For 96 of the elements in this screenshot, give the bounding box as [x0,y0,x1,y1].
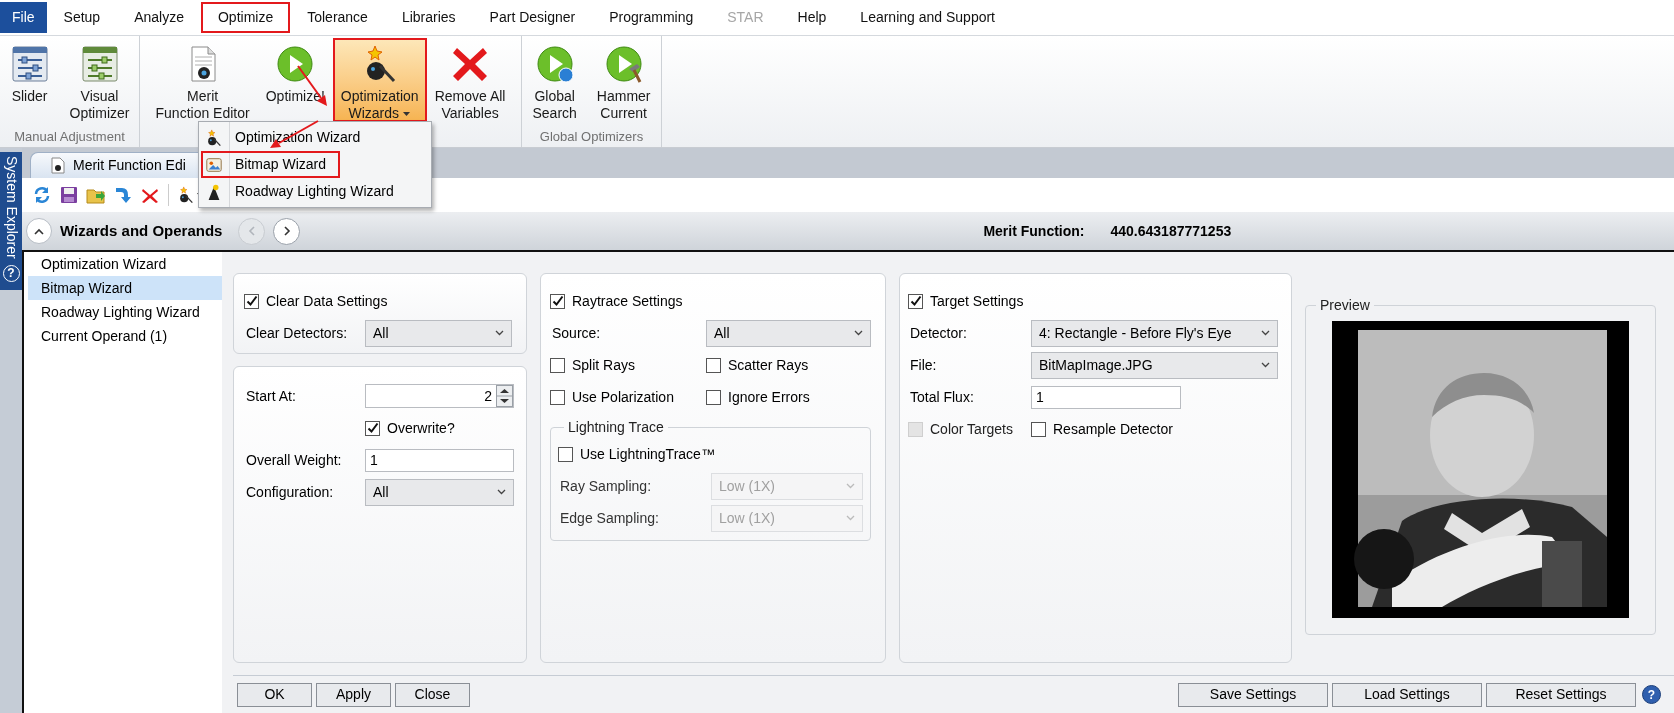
checkbox[interactable]: Ignore Errors [706,386,810,408]
list-item[interactable]: Bitmap Wizard [28,276,222,300]
refresh-icon [32,185,52,205]
chevron-down-icon [497,489,506,495]
dropdown[interactable]: All [365,319,512,347]
ribbon-button[interactable]: Optimization Wizards [332,38,427,122]
action-button[interactable]: Close [395,682,470,707]
field-label: Edge Sampling: [559,508,660,528]
ribbon-button[interactable]: Merit Function Editor [147,38,258,122]
field-label: Clear Detectors: [245,323,349,343]
menu-tab[interactable]: Optimize [200,2,291,33]
ribbon-button[interactable]: Remove All Variables [426,38,514,122]
list-item[interactable]: Roadway Lighting Wizard [28,300,222,324]
spinner-field[interactable]: 2 [365,384,514,408]
ribbon-button[interactable]: Visual Optimizer [61,38,138,122]
input-field[interactable]: 1 [365,448,514,472]
checkbox[interactable]: Scatter Rays [706,354,809,376]
menu-tab[interactable]: Programming [592,2,711,33]
field-label: File: [909,355,938,375]
chevron-up-icon [34,227,44,235]
menu-tab[interactable]: Help [780,2,844,33]
menu-tab[interactable]: Setup [46,2,118,33]
save-icon [59,185,79,205]
checkbox[interactable]: Overwrite? [365,417,455,439]
hammer-play-icon [603,44,644,84]
checkbox[interactable]: Use LightningTrace™ [558,443,715,465]
chevron-down-icon [846,483,855,489]
field-label: Start At: [245,386,297,406]
checkbox[interactable]: Clear Data Settings [244,290,388,312]
field-label: Ray Sampling: [559,476,653,496]
collapse-button[interactable] [26,218,52,244]
field-label: Total Flux: [909,387,975,407]
dropdown[interactable]: All [365,478,514,506]
input-field[interactable]: 1 [1031,385,1181,409]
document-icon [51,157,65,174]
image-icon [205,155,223,174]
menu-tab[interactable]: Tolerance [290,2,385,33]
wand-icon [177,186,195,204]
menu-tab[interactable]: File [0,2,47,33]
ribbon-button[interactable]: Slider [1,38,58,122]
chevron-down-icon [1261,330,1270,336]
dropdown[interactable]: BitMapImage.JPG [1031,351,1278,379]
chevron-down-icon [846,515,855,521]
list-item[interactable]: Optimization Wizard [28,252,222,276]
action-button[interactable]: Reset Settings [1486,682,1636,707]
sliders-icon [79,44,120,84]
check-icon [909,295,922,307]
checkbox[interactable]: Use Polarization [550,386,674,408]
chevron-down-icon [1261,362,1270,368]
group-label: Manual Adjustment [14,128,125,147]
field-label: Configuration: [245,482,335,502]
field-label: Source: [551,323,602,343]
action-button[interactable]: Save Settings [1178,682,1328,707]
menu-tab[interactable]: Part Designer [472,2,593,33]
forward-button[interactable] [273,217,301,245]
menu-tab[interactable]: Libraries [384,2,473,33]
sliders-icon [9,44,50,84]
section-title: Wizards and Operands [60,220,223,241]
merit-value: 440.643187771253 [1110,221,1232,241]
caret-icon [402,110,411,117]
ribbon-button[interactable]: Hammer Current [588,38,659,122]
ribbon-button[interactable]: Global Search [524,38,585,122]
chevron-down-icon [495,330,504,336]
action-button[interactable]: Load Settings [1332,682,1482,707]
globe-play-icon [534,44,575,84]
list-item[interactable]: Current Operand (1) [28,324,222,348]
field-label: Overall Weight: [245,450,343,470]
action-button[interactable]: OK [237,682,312,707]
check-icon [245,295,258,307]
help-icon[interactable]: ? [1642,685,1661,704]
dropdown[interactable]: All [706,319,871,347]
system-explorer-tab[interactable]: System Explorer [0,156,22,259]
checkbox[interactable]: Target Settings [908,290,1024,312]
checkbox[interactable]: Raytrace Settings [550,290,683,312]
checkbox[interactable]: Split Rays [550,354,636,376]
field-label: Detector: [909,323,968,343]
group-title: Lightning Trace [567,418,665,437]
action-button[interactable]: Apply [316,682,391,707]
spin-arrows-icon [496,385,513,407]
merit-label: Merit Function: [983,221,1085,241]
chevron-right-icon [282,226,291,236]
menu-tab[interactable]: Learning and Support [843,2,1012,33]
group-title: Preview [1319,296,1371,315]
chevron-down-icon [854,330,863,336]
check-icon [366,422,379,434]
play-icon [275,44,316,84]
dropdown[interactable]: 4: Rectangle - Before Fly's Eye [1031,319,1278,347]
wand-icon [205,128,223,147]
menu-tab[interactable]: Analyze [117,2,201,33]
menu-item[interactable]: Bitmap Wizard [201,151,341,178]
check-icon [551,295,564,307]
menu-item[interactable]: Roadway Lighting Wizard [201,178,408,205]
arrow-icon [113,185,133,205]
group-label: Global Optimizers [539,128,644,147]
checkbox[interactable]: Resample Detector [1031,418,1173,440]
chevron-left-icon [247,226,256,236]
